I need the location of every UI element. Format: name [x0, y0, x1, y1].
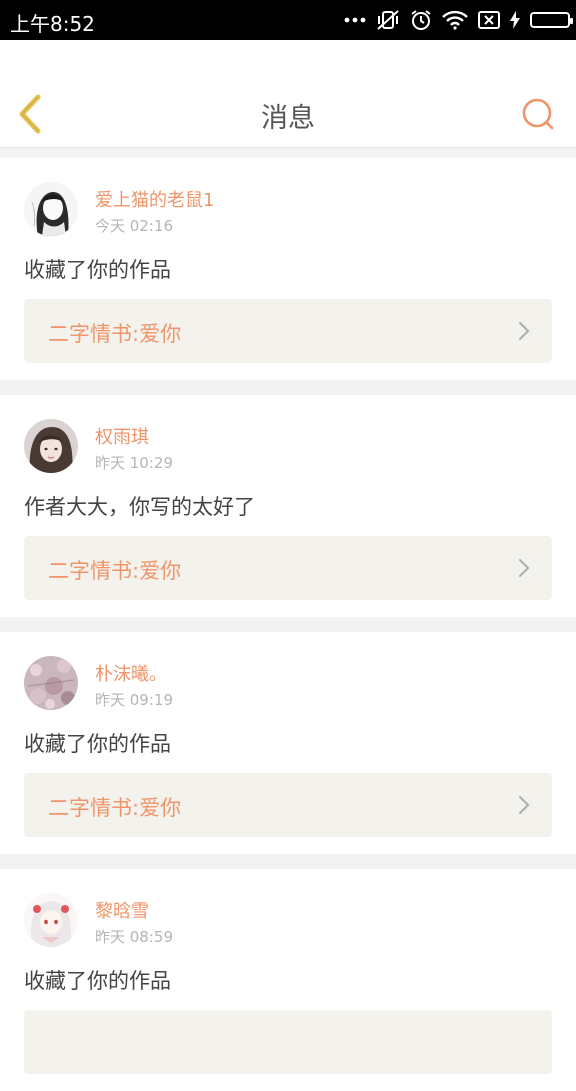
status-icons	[344, 6, 573, 34]
work-title: 二字情书:爱你	[48, 559, 182, 583]
message-card[interactable]: 黎晗雪 昨天 08:59 收藏了你的作品	[0, 869, 576, 1091]
message-content: 收藏了你的作品	[24, 258, 171, 282]
app-header: 消息	[0, 40, 576, 148]
chevron-right-icon	[518, 795, 530, 815]
message-list: 爱上猫的老鼠1 今天 02:16 收藏了你的作品 二字情书:爱你 权雨琪 昨天 …	[0, 158, 576, 1091]
vibrate-off-icon	[376, 9, 400, 31]
username[interactable]: 爱上猫的老鼠1	[95, 186, 214, 212]
username[interactable]: 黎晗雪	[95, 897, 149, 923]
charging-icon	[510, 11, 520, 29]
username[interactable]: 权雨琪	[95, 423, 149, 449]
work-link[interactable]: 二字情书:爱你	[24, 299, 552, 363]
avatar[interactable]	[24, 893, 78, 947]
work-title: 二字情书:爱你	[48, 796, 182, 820]
sim-off-icon	[478, 11, 500, 29]
chevron-right-icon	[518, 321, 530, 341]
chevron-right-icon	[518, 558, 530, 578]
work-link[interactable]: 二字情书:爱你	[24, 536, 552, 600]
work-link[interactable]	[24, 1010, 552, 1074]
message-content: 收藏了你的作品	[24, 969, 171, 993]
status-time: 上午8:52	[10, 12, 95, 36]
message-card[interactable]: 朴沫曦。 昨天 09:19 收藏了你的作品 二字情书:爱你	[0, 632, 576, 854]
work-title: 二字情书:爱你	[48, 322, 182, 346]
message-time: 昨天 10:29	[95, 454, 173, 472]
message-card[interactable]: 权雨琪 昨天 10:29 作者大大，你写的太好了 二字情书:爱你	[0, 395, 576, 617]
avatar[interactable]	[24, 656, 78, 710]
message-content: 收藏了你的作品	[24, 732, 171, 756]
message-time: 今天 02:16	[95, 217, 173, 235]
search-icon	[522, 98, 554, 130]
message-time: 昨天 09:19	[95, 691, 173, 709]
battery-icon	[530, 12, 573, 28]
message-card[interactable]: 爱上猫的老鼠1 今天 02:16 收藏了你的作品 二字情书:爱你	[0, 158, 576, 380]
avatar[interactable]	[24, 419, 78, 473]
wifi-icon	[442, 10, 468, 30]
more-dots-icon	[344, 16, 366, 24]
message-time: 昨天 08:59	[95, 928, 173, 946]
page-title: 消息	[261, 103, 315, 134]
message-content: 作者大大，你写的太好了	[24, 495, 255, 519]
username[interactable]: 朴沫曦。	[95, 660, 167, 686]
status-bar: 上午8:52	[0, 0, 576, 40]
work-link[interactable]: 二字情书:爱你	[24, 773, 552, 837]
alarm-icon	[410, 9, 432, 31]
search-button[interactable]	[518, 94, 558, 134]
avatar[interactable]	[24, 182, 78, 236]
